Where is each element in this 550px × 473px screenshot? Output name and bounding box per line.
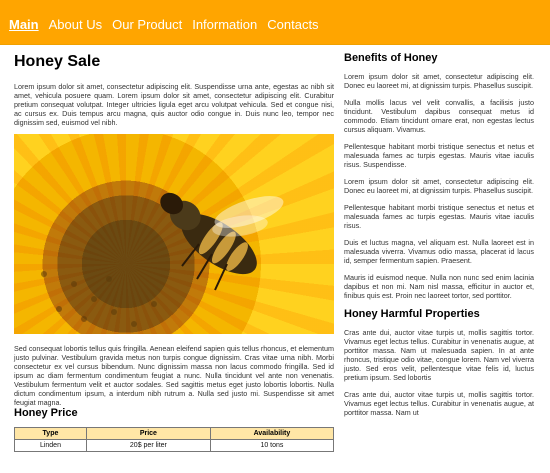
benefits-paragraph: Pellentesque habitant morbi tristique se… (344, 142, 534, 169)
main-content: Honey Sale Lorem ipsum dolor sit amet, c… (14, 52, 335, 452)
page: Main About Us Our Product Information Co… (0, 0, 550, 473)
top-navigation-bar: Main About Us Our Product Information Co… (0, 0, 550, 45)
benefits-paragraph: Duis et luctus magna, vel aliquam est. N… (344, 238, 534, 265)
price-table-header-availability: Availability (209, 427, 335, 440)
benefits-paragraph: Lorem ipsum dolor sit amet, consectetur … (344, 177, 534, 195)
harmful-properties-title: Honey Harmful Properties (344, 308, 480, 320)
harmful-properties-paragraph: Cras ante dui, auctor vitae turpis ut, m… (344, 328, 534, 382)
intro-paragraph: Lorem ipsum dolor sit amet, consectetur … (14, 82, 334, 127)
benefits-title: Benefits of Honey (344, 52, 438, 64)
nav-link-about-us[interactable]: About Us (49, 17, 102, 33)
honey-price-table: Type Price Availability Linden 20$ per l… (14, 427, 335, 452)
main-nav: Main About Us Our Product Information Co… (9, 17, 329, 33)
bee-sunflower-image (14, 134, 334, 334)
benefits-paragraph: Nulla mollis lacus vel velit convallis, … (344, 98, 534, 134)
benefits-paragraph: Pellentesque habitant morbi tristique se… (344, 203, 534, 230)
price-cell-type: Linden (14, 439, 87, 452)
after-image-paragraph: Sed consequat lobortis tellus quis fring… (14, 344, 334, 407)
benefits-paragraph: Lorem ipsum dolor sit amet, consectetur … (344, 72, 534, 90)
page-title: Honey Sale (14, 53, 101, 70)
price-cell-availability: 10 tons (209, 439, 335, 452)
honey-price-title: Honey Price (14, 407, 78, 419)
nav-link-contacts[interactable]: Contacts (267, 17, 318, 33)
table-row: Linden 20$ per liter 10 tons (14, 439, 335, 452)
sidebar: Benefits of Honey Lorem ipsum dolor sit … (344, 52, 534, 425)
nav-link-information[interactable]: Information (192, 17, 257, 33)
benefits-paragraph: Mauris id euismod neque. Nulla non nunc … (344, 273, 534, 300)
nav-link-our-product[interactable]: Our Product (112, 17, 182, 33)
bee-illustration (41, 192, 284, 327)
nav-link-main[interactable]: Main (9, 17, 39, 33)
price-table-header-type: Type (14, 427, 87, 440)
price-table-header-row: Type Price Availability (14, 427, 335, 440)
price-cell-price: 20$ per liter (85, 439, 211, 452)
price-table-header-price: Price (85, 427, 211, 440)
harmful-properties-paragraph: Cras ante dui, auctor vitae turpis ut, m… (344, 390, 534, 417)
